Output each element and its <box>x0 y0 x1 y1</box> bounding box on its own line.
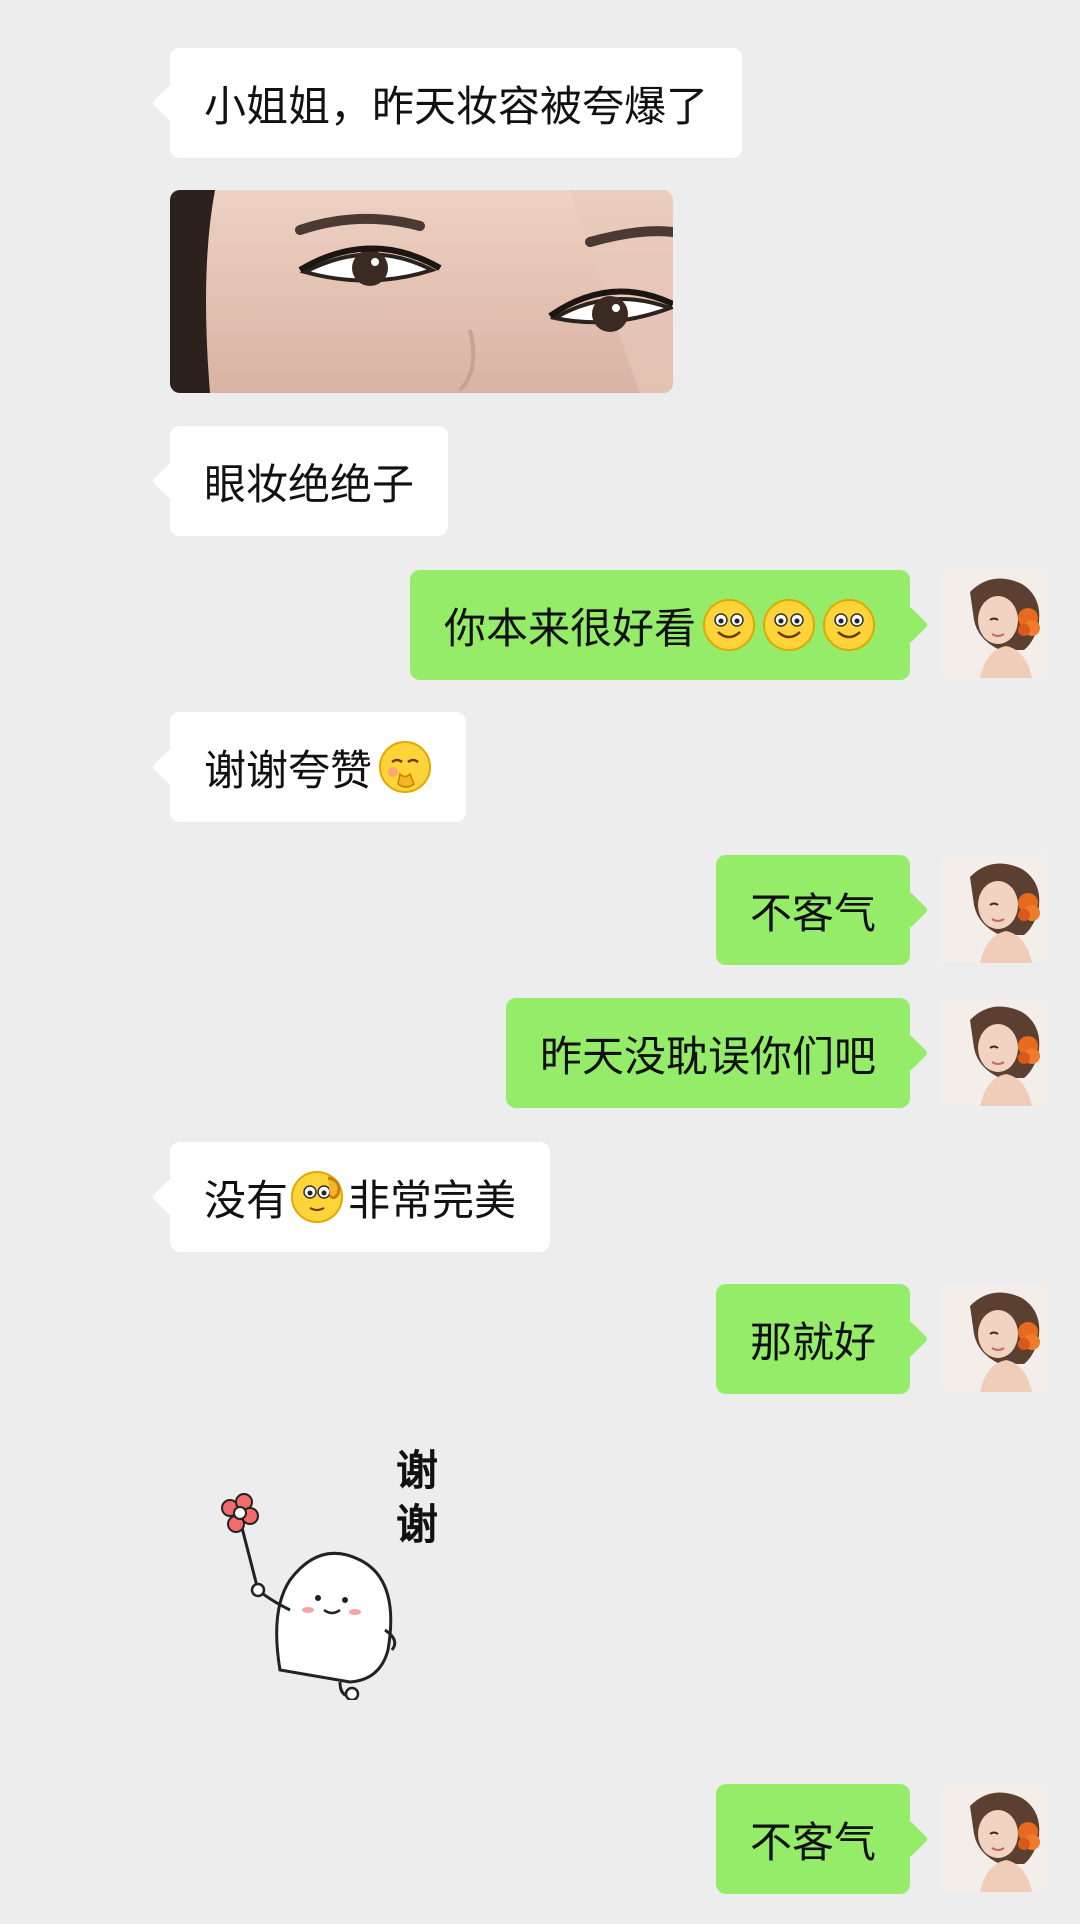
incoming-message-bubble[interactable]: 没有 非常完美 <box>170 1142 551 1252</box>
message-text: 你本来很好看 <box>443 603 696 653</box>
message-text: 不客气 <box>749 1817 876 1867</box>
incoming-message-bubble[interactable]: 谢谢夸赞 <box>170 712 467 822</box>
message-text: 不客气 <box>749 888 876 938</box>
smile-emoji-icon <box>702 598 756 652</box>
thank-you-sticker[interactable]: 谢谢 <box>200 1446 480 1702</box>
eye-makeup-photo[interactable] <box>170 190 673 393</box>
eye-photo-image <box>170 190 673 393</box>
sticker-text: 谢谢 <box>396 1446 439 1549</box>
smile-emoji-icon <box>822 598 876 652</box>
message-text: 小姐姐，昨天妆容被夸爆了 <box>204 81 709 131</box>
outgoing-message-bubble[interactable]: 昨天没耽误你们吧 <box>505 998 910 1108</box>
outgoing-message-bubble[interactable]: 不客气 <box>715 855 910 965</box>
message-text-before: 没有 <box>204 1175 289 1225</box>
user-avatar[interactable] <box>940 570 1048 678</box>
user-avatar[interactable] <box>940 998 1048 1106</box>
outgoing-message-bubble[interactable]: 你本来很好看 <box>409 570 910 680</box>
message-text: 昨天没耽误你们吧 <box>539 1031 876 1081</box>
message-text: 谢谢夸赞 <box>204 745 373 795</box>
incoming-message-bubble[interactable]: 小姐姐，昨天妆容被夸爆了 <box>170 48 743 158</box>
avatar-image <box>940 998 1048 1106</box>
user-avatar[interactable] <box>940 1784 1048 1892</box>
incoming-message-bubble[interactable]: 眼妆绝绝子 <box>170 426 449 536</box>
ok-emoji-icon <box>291 1171 344 1223</box>
avatar-image <box>940 1784 1048 1892</box>
message-text: 那就好 <box>749 1317 876 1367</box>
outgoing-message-bubble[interactable]: 不客气 <box>715 1784 910 1894</box>
message-text-after: 非常完美 <box>348 1175 517 1225</box>
avatar-image <box>940 855 1048 963</box>
avatar-image <box>940 1284 1048 1392</box>
user-avatar[interactable] <box>940 1284 1048 1392</box>
shy-emoji-icon <box>379 741 432 793</box>
smile-emoji-icon <box>762 598 816 652</box>
avatar-image <box>940 570 1048 678</box>
message-text: 眼妆绝绝子 <box>204 459 415 509</box>
outgoing-message-bubble[interactable]: 那就好 <box>715 1284 910 1394</box>
user-avatar[interactable] <box>940 855 1048 963</box>
